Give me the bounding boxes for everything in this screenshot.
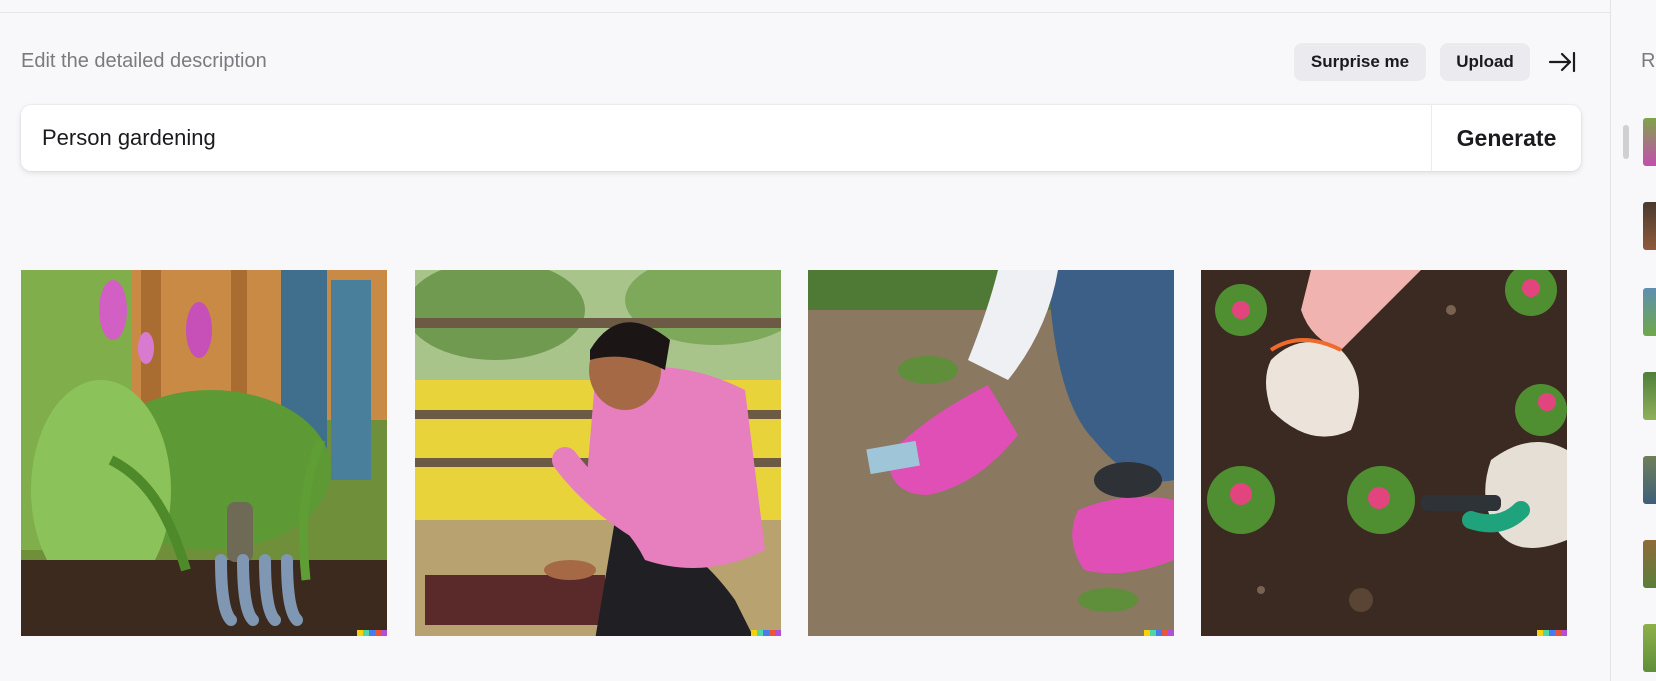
surprise-me-button[interactable]: Surprise me	[1294, 43, 1426, 81]
history-thumbnail[interactable]	[1643, 288, 1656, 336]
description-label: Edit the detailed description	[21, 50, 267, 72]
generate-button[interactable]: Generate	[1432, 105, 1581, 171]
result-image-4[interactable]	[1201, 270, 1567, 636]
history-thumbnail[interactable]	[1643, 540, 1656, 588]
prompt-bar: Generate	[21, 105, 1581, 171]
image-watermark	[751, 630, 781, 636]
history-thumbnail[interactable]	[1643, 624, 1656, 672]
upload-button[interactable]: Upload	[1440, 43, 1530, 81]
result-image-2[interactable]	[415, 270, 781, 636]
collapse-panel-icon[interactable]	[1548, 50, 1576, 74]
top-divider	[0, 12, 1610, 13]
image-watermark	[1537, 630, 1567, 636]
image-watermark	[1144, 630, 1174, 636]
history-thumbnail[interactable]	[1643, 456, 1656, 504]
history-panel: R	[1610, 0, 1656, 681]
history-thumbnail[interactable]	[1643, 118, 1656, 166]
history-panel-label: R	[1641, 50, 1656, 72]
history-thumbnail[interactable]	[1643, 202, 1656, 250]
result-image-1[interactable]	[21, 270, 387, 636]
history-thumbnail[interactable]	[1643, 372, 1656, 420]
history-scrollbar[interactable]	[1623, 125, 1629, 159]
prompt-input[interactable]	[42, 105, 1412, 171]
main-editor: Edit the detailed description Surprise m…	[0, 0, 1610, 681]
image-watermark	[357, 630, 387, 636]
result-image-3[interactable]	[808, 270, 1174, 636]
